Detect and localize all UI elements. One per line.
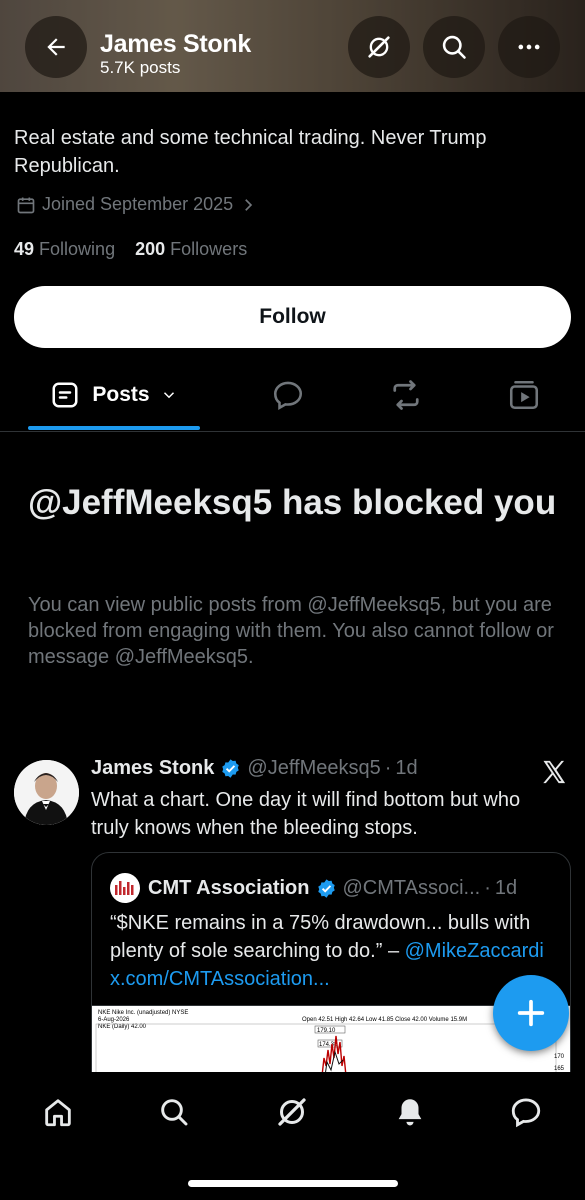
chevron-right-icon: [245, 198, 253, 211]
plus-icon: [517, 999, 545, 1027]
follow-stats: 49 Following 200 Followers: [14, 239, 247, 260]
chart-ohlc: Open 42.51 High 42.64 Low 41.85 Close 42…: [302, 1017, 467, 1023]
video-icon: [509, 380, 539, 410]
quote-url-link[interactable]: x.com/CMTAssociation...: [110, 968, 330, 990]
header-title: James Stonk: [100, 30, 251, 58]
chevron-down-icon: [163, 392, 174, 399]
grok-icon: [368, 36, 390, 58]
bell-icon: [398, 1099, 422, 1126]
quote-mention-link[interactable]: @MikeZaccardi: [405, 940, 544, 962]
nav-grok[interactable]: [270, 1090, 314, 1134]
chart-date: 6-Aug-2026: [98, 1017, 130, 1023]
blocked-title: @JeffMeeksq5 has blocked you: [28, 483, 557, 522]
nav-explore[interactable]: [152, 1090, 196, 1134]
grok-icon: [278, 1098, 306, 1126]
followers-label: Followers: [170, 239, 248, 259]
arrow-left-icon: [47, 38, 65, 56]
tab-reposts[interactable]: [376, 360, 436, 430]
search-icon: [442, 35, 466, 59]
chart-title: NKE Nike Inc. (unadjusted) NYSE: [98, 1010, 188, 1016]
profile-bio: Real estate and some technical trading. …: [14, 127, 487, 177]
cmt-logo-icon: [110, 873, 140, 903]
calendar-icon: [17, 197, 35, 213]
tweet-header: James Stonk @JeffMeeksq5 · 1d: [91, 757, 418, 780]
tweet-time: 1d: [395, 757, 418, 779]
tweet-text: What a chart. One day it will find botto…: [91, 789, 521, 839]
quote-text: “$NKE remains in a 75% drawdown... bulls…: [110, 909, 560, 993]
more-button[interactable]: [498, 16, 560, 78]
avatar-image: [14, 760, 79, 825]
nav-home[interactable]: [36, 1090, 80, 1134]
tab-posts-label: Posts: [92, 383, 150, 406]
repost-icon: [393, 380, 419, 410]
chart-axis-170: 170: [554, 1054, 565, 1060]
followers-count: 200: [135, 239, 166, 259]
nav-notifications[interactable]: [388, 1090, 432, 1134]
following-label: Following: [39, 239, 116, 259]
nav-messages[interactable]: [504, 1090, 548, 1134]
tab-posts[interactable]: Posts: [28, 360, 200, 430]
posts-icon: [52, 382, 78, 408]
following-count: 49: [14, 239, 35, 259]
tab-videos[interactable]: [494, 360, 554, 430]
home-indicator: [188, 1180, 398, 1187]
profile-header: James Stonk 5.7K posts: [0, 0, 585, 92]
quote-header: CMT Association @CMTAssoci... · 1d: [110, 873, 517, 903]
joined-date-row[interactable]: Joined September 2025: [16, 194, 257, 215]
profile-tabs: Posts: [0, 360, 585, 432]
verified-badge-icon: [222, 759, 240, 778]
tab-active-indicator: [28, 426, 200, 430]
joined-date: Joined September 2025: [42, 194, 234, 214]
tab-replies[interactable]: [258, 360, 318, 430]
search-icon: [161, 1099, 188, 1126]
chart-tag-high: 179.10: [317, 1028, 336, 1034]
blocked-description: You can view public posts from @JeffMeek…: [28, 594, 554, 668]
grok-button[interactable]: [348, 16, 410, 78]
more-icon: [518, 44, 540, 50]
tweet-author-handle[interactable]: @JeffMeeksq5: [247, 757, 380, 780]
quote-author-handle: @CMTAssoci...: [342, 876, 481, 899]
quote-time: 1d: [494, 876, 518, 899]
chart-series: NKE (Daily) 42.00: [98, 1024, 147, 1030]
following-link[interactable]: 49 Following: [14, 239, 115, 259]
tweet-separator: ·: [384, 757, 392, 779]
message-icon: [511, 1098, 541, 1128]
reply-icon: [273, 381, 303, 410]
followers-link[interactable]: 200 Followers: [135, 239, 247, 259]
follow-button[interactable]: Follow: [14, 286, 571, 348]
compose-post-button[interactable]: [493, 975, 569, 1051]
quote-separator: ·: [484, 876, 491, 899]
quote-author-name: CMT Association: [148, 876, 310, 899]
home-icon: [45, 1099, 71, 1127]
tweet-author-name[interactable]: James Stonk: [91, 757, 214, 780]
bottom-navigation: [0, 1072, 585, 1200]
verified-badge-icon: [317, 878, 335, 898]
quoted-post[interactable]: CMT Association @CMTAssoci... · 1d “$NKE…: [91, 852, 571, 1102]
search-button[interactable]: [423, 16, 485, 78]
header-post-count: 5.7K posts: [100, 58, 181, 77]
avatar[interactable]: [14, 760, 79, 825]
back-button[interactable]: [25, 16, 87, 78]
